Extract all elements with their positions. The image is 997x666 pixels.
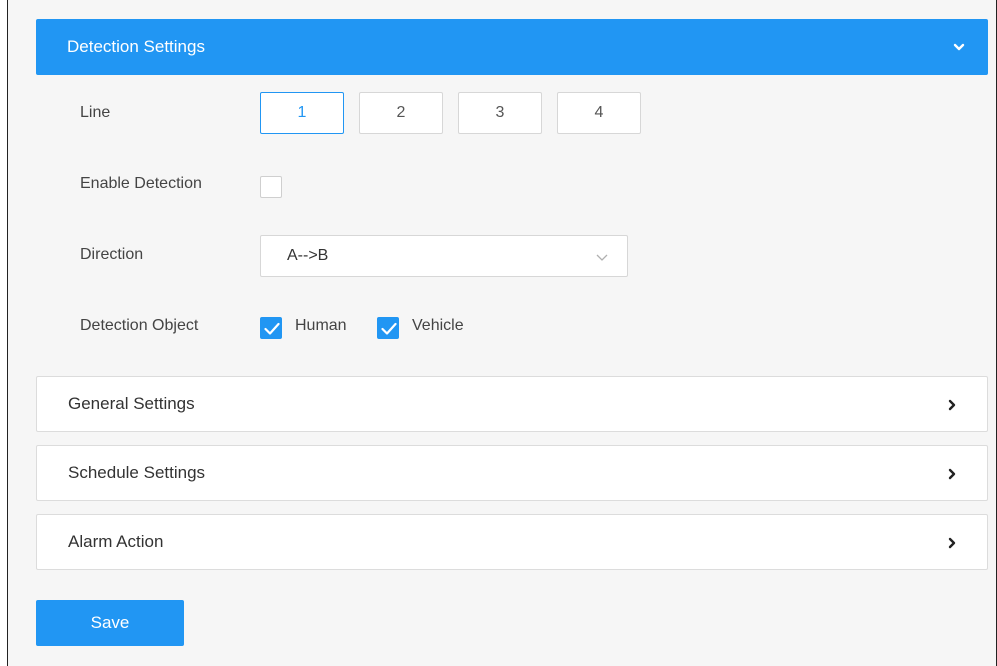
alarm-action-section[interactable]: Alarm Action (36, 514, 988, 570)
direction-value: A-->B (287, 247, 329, 264)
chevron-right-icon (948, 399, 956, 411)
settings-frame: Detection Settings Line 1 2 3 4 Enable D… (7, 0, 997, 666)
detection-settings-header[interactable]: Detection Settings (36, 19, 988, 75)
human-checkbox[interactable] (260, 317, 282, 339)
direction-select[interactable]: A-->B (260, 235, 628, 277)
human-label: Human (295, 317, 347, 334)
general-settings-section[interactable]: General Settings (36, 376, 988, 432)
save-button[interactable]: Save (36, 600, 184, 646)
chevron-right-icon (948, 468, 956, 480)
line-label: Line (80, 104, 111, 121)
vehicle-checkbox[interactable] (377, 317, 399, 339)
checkmark-icon (381, 322, 397, 335)
enable-detection-label: Enable Detection (80, 175, 202, 192)
line-button-1[interactable]: 1 (260, 92, 344, 134)
checkmark-icon (264, 322, 280, 335)
line-button-2[interactable]: 2 (359, 92, 443, 134)
line-button-3[interactable]: 3 (458, 92, 542, 134)
schedule-settings-section[interactable]: Schedule Settings (36, 445, 988, 501)
schedule-settings-title: Schedule Settings (68, 463, 206, 482)
enable-detection-checkbox[interactable] (260, 176, 282, 198)
vehicle-label: Vehicle (412, 317, 464, 334)
line-button-4[interactable]: 4 (557, 92, 641, 134)
detection-settings-title: Detection Settings (67, 37, 205, 56)
chevron-right-icon (948, 537, 956, 549)
chevron-down-icon (953, 43, 965, 51)
chevron-down-icon (596, 254, 608, 261)
alarm-action-title: Alarm Action (68, 532, 164, 551)
direction-label: Direction (80, 246, 144, 263)
detection-object-label: Detection Object (80, 317, 199, 334)
general-settings-title: General Settings (68, 394, 195, 413)
